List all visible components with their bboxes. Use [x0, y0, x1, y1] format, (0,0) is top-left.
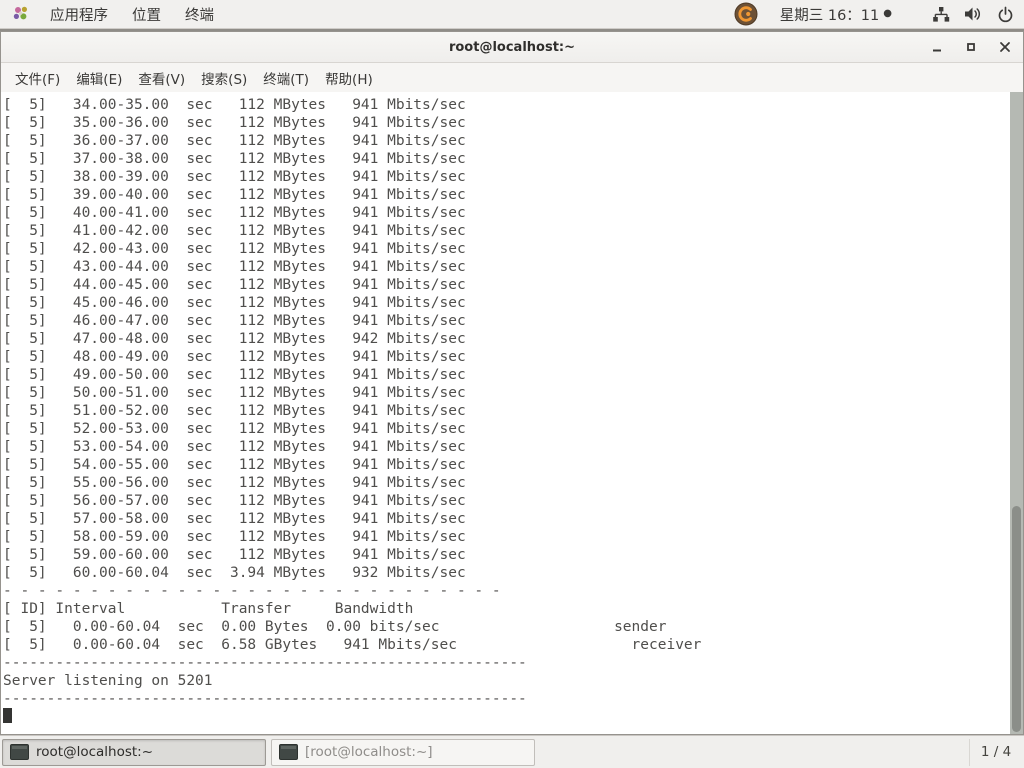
terminal-window: root@localhost:~ 文件(F)编辑(E)查看(V)搜索(S)终端(…: [0, 31, 1024, 735]
menu-help[interactable]: 帮助(H): [317, 63, 381, 93]
clock-text: 星期三 16：11: [780, 4, 880, 25]
terminal-line: ----------------------------------------…: [3, 654, 1007, 672]
terminal-line: [ 5] 46.00-47.00 sec 112 MBytes 941 Mbit…: [3, 312, 1007, 330]
terminal-icon: [10, 744, 29, 760]
terminal-line: [ 5] 34.00-35.00 sec 112 MBytes 941 Mbit…: [3, 96, 1007, 114]
panel-menu-terminal-app[interactable]: 终端: [173, 0, 226, 29]
terminal-line: [ 5] 45.00-46.00 sec 112 MBytes 941 Mbit…: [3, 294, 1007, 312]
applications-menu-icon: [12, 5, 30, 23]
terminal-line: [ 5] 48.00-49.00 sec 112 MBytes 941 Mbit…: [3, 348, 1007, 366]
terminal-line: [ 5] 49.00-50.00 sec 112 MBytes 941 Mbit…: [3, 366, 1007, 384]
terminal-line: [ 5] 57.00-58.00 sec 112 MBytes 941 Mbit…: [3, 510, 1007, 528]
window-title: root@localhost:~: [449, 40, 575, 55]
terminal-line: [ 5] 50.00-51.00 sec 112 MBytes 941 Mbit…: [3, 384, 1007, 402]
taskbar: root@localhost:~ [root@localhost:~] 1 / 4: [0, 735, 1024, 768]
scrollbar-thumb[interactable]: [1012, 506, 1021, 732]
terminal-line: [ 5] 52.00-53.00 sec 112 MBytes 941 Mbit…: [3, 420, 1007, 438]
terminal-line: [ 5] 59.00-60.00 sec 112 MBytes 941 Mbit…: [3, 546, 1007, 564]
terminal-line: [ 5] 54.00-55.00 sec 112 MBytes 941 Mbit…: [3, 456, 1007, 474]
close-button[interactable]: [997, 39, 1013, 55]
terminal-line: [ 5] 36.00-37.00 sec 112 MBytes 941 Mbit…: [3, 132, 1007, 150]
terminal-line: [ 5] 40.00-41.00 sec 112 MBytes 941 Mbit…: [3, 204, 1007, 222]
terminal-line: [ 5] 60.00-60.04 sec 3.94 MBytes 932 Mbi…: [3, 564, 1007, 582]
menubar: 文件(F)编辑(E)查看(V)搜索(S)终端(T)帮助(H): [1, 63, 1023, 94]
terminal-line: [ 5] 43.00-44.00 sec 112 MBytes 941 Mbit…: [3, 258, 1007, 276]
clock[interactable]: 星期三 16：11 ●: [780, 4, 892, 25]
task-button[interactable]: root@localhost:~: [2, 739, 266, 766]
terminal-line: [ 5] 47.00-48.00 sec 112 MBytes 942 Mbit…: [3, 330, 1007, 348]
task-button[interactable]: [root@localhost:~]: [271, 739, 535, 766]
terminal-line: [ 5] 35.00-36.00 sec 112 MBytes 941 Mbit…: [3, 114, 1007, 132]
network-icon[interactable]: [932, 6, 950, 23]
scrollbar[interactable]: [1010, 92, 1023, 734]
task-label: root@localhost:~: [36, 744, 153, 760]
terminal-line: [ 5] 44.00-45.00 sec 112 MBytes 941 Mbit…: [3, 276, 1007, 294]
terminal-line: Server listening on 5201: [3, 672, 1007, 690]
notification-dot: ●: [883, 9, 892, 19]
panel-right: 星期三 16：11 ●: [734, 2, 1024, 26]
titlebar[interactable]: root@localhost:~: [1, 32, 1023, 63]
panel-menu-places[interactable]: 位置: [120, 0, 173, 29]
terminal-cursor: [3, 708, 12, 723]
workspace-pager[interactable]: 1 / 4: [969, 739, 1022, 766]
terminal-line: [ 5] 51.00-52.00 sec 112 MBytes 941 Mbit…: [3, 402, 1007, 420]
menu-terminal[interactable]: 终端(T): [255, 63, 317, 93]
task-label: [root@localhost:~]: [305, 744, 433, 760]
power-icon[interactable]: [997, 6, 1014, 23]
status-icons: [932, 6, 1014, 23]
terminal-line: [ 5] 37.00-38.00 sec 112 MBytes 941 Mbit…: [3, 150, 1007, 168]
menu-search[interactable]: 搜索(S): [193, 63, 255, 93]
window-controls: [929, 32, 1013, 62]
desktop: 应用程序位置终端 星期三 16：11 ●: [0, 0, 1024, 768]
maximize-button[interactable]: [963, 39, 979, 55]
terminal-content[interactable]: [ 5] 34.00-35.00 sec 112 MBytes 941 Mbit…: [1, 92, 1023, 734]
volume-icon[interactable]: [964, 6, 983, 22]
menu-file[interactable]: 文件(F): [7, 63, 68, 93]
top-panel: 应用程序位置终端 星期三 16：11 ●: [0, 0, 1024, 29]
terminal-line: [ 5] 0.00-60.04 sec 6.58 GBytes 941 Mbit…: [3, 636, 1007, 654]
terminal-line: [ 5] 39.00-40.00 sec 112 MBytes 941 Mbit…: [3, 186, 1007, 204]
terminal-line: [ 5] 56.00-57.00 sec 112 MBytes 941 Mbit…: [3, 492, 1007, 510]
terminal-line: [ 5] 42.00-43.00 sec 112 MBytes 941 Mbit…: [3, 240, 1007, 258]
terminal-line: - - - - - - - - - - - - - - - - - - - - …: [3, 582, 1007, 600]
terminal-line: [ 5] 38.00-39.00 sec 112 MBytes 941 Mbit…: [3, 168, 1007, 186]
terminal-line: [ 5] 53.00-54.00 sec 112 MBytes 941 Mbit…: [3, 438, 1007, 456]
terminal-output: [ 5] 34.00-35.00 sec 112 MBytes 941 Mbit…: [1, 92, 1023, 708]
terminal-icon: [279, 744, 298, 760]
cursor-line: [1, 708, 1023, 726]
terminal-line: [ 5] 0.00-60.04 sec 0.00 Bytes 0.00 bits…: [3, 618, 1007, 636]
tray-app-icon[interactable]: [734, 2, 758, 26]
panel-menus: 应用程序位置终端: [0, 0, 226, 29]
terminal-line: [ 5] 58.00-59.00 sec 112 MBytes 941 Mbit…: [3, 528, 1007, 546]
panel-menu-applications[interactable]: 应用程序: [38, 0, 120, 29]
terminal-line: [ 5] 41.00-42.00 sec 112 MBytes 941 Mbit…: [3, 222, 1007, 240]
terminal-line: [ 5] 55.00-56.00 sec 112 MBytes 941 Mbit…: [3, 474, 1007, 492]
terminal-line: [ ID] Interval Transfer Bandwidth: [3, 600, 1007, 618]
terminal-line: ----------------------------------------…: [3, 690, 1007, 708]
menu-edit[interactable]: 编辑(E): [68, 63, 130, 93]
menu-view[interactable]: 查看(V): [130, 63, 193, 93]
minimize-button[interactable]: [929, 39, 945, 55]
